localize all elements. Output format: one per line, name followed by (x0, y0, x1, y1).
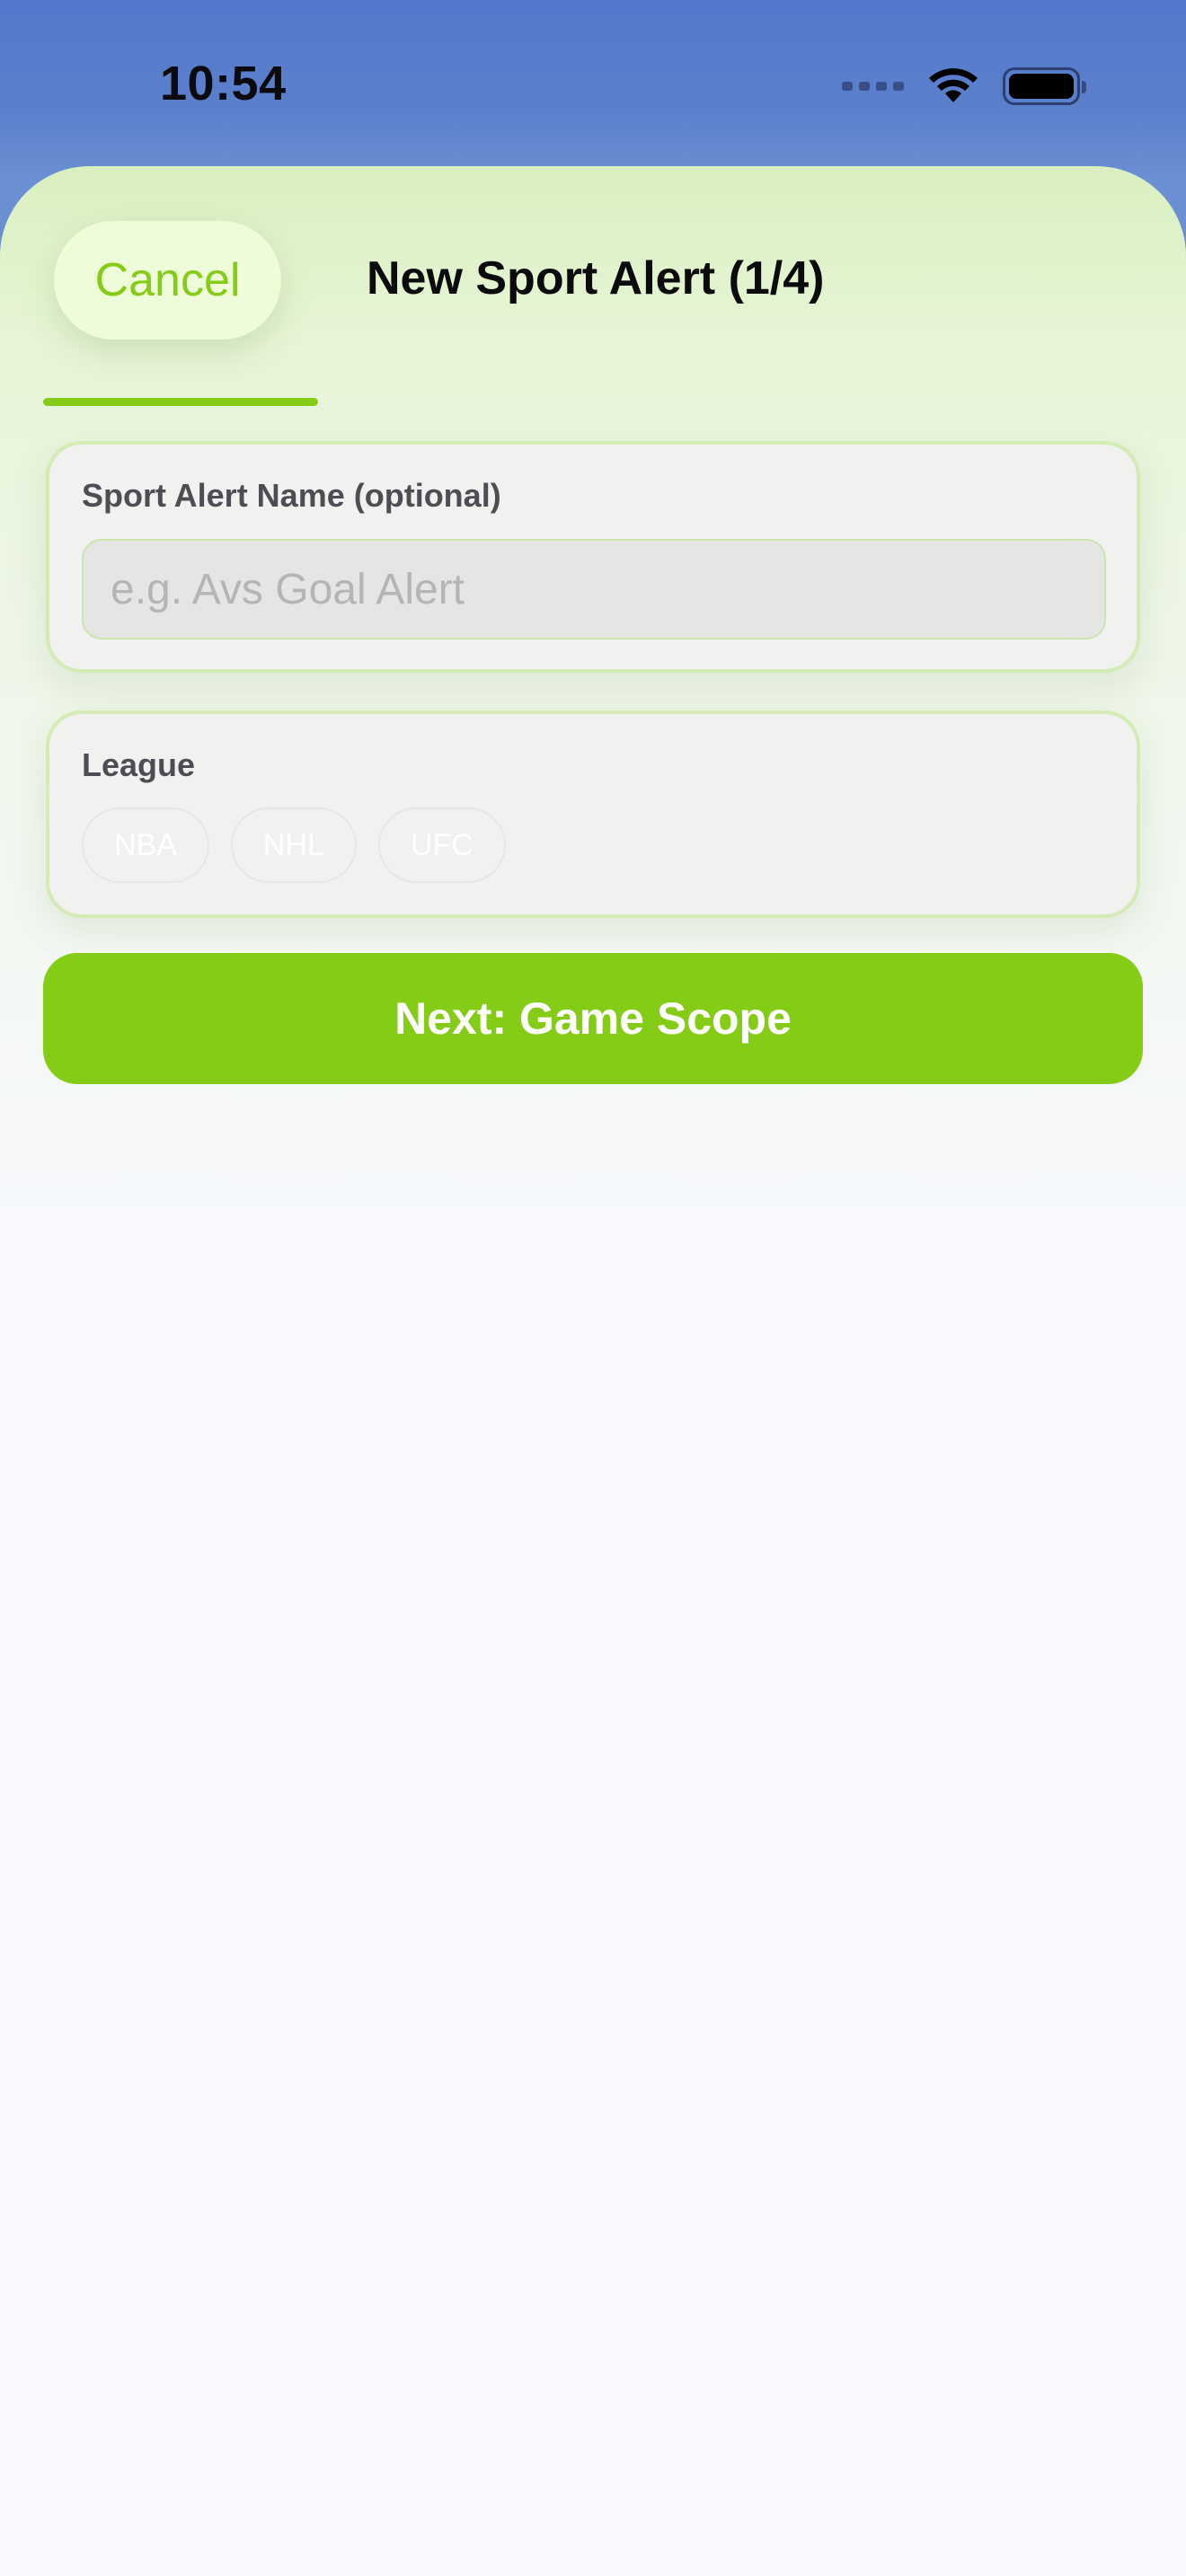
alert-name-label: Sport Alert Name (optional) (82, 477, 501, 514)
alert-name-input[interactable] (82, 539, 1106, 640)
league-chip-nhl[interactable]: NHL (230, 807, 357, 883)
cancel-button[interactable]: Cancel (54, 221, 281, 340)
step-progress-bar (43, 398, 1143, 406)
wifi-icon (927, 66, 979, 106)
league-card: League NBA NHL UFC (46, 710, 1140, 918)
next-game-scope-button[interactable]: Next: Game Scope (43, 953, 1143, 1084)
league-label: League (82, 746, 196, 783)
step-progress-fill (43, 398, 318, 406)
status-icons (842, 63, 1086, 110)
league-chip-nba[interactable]: NBA (82, 807, 209, 883)
status-time: 10:54 (160, 57, 287, 110)
league-chip-ufc[interactable]: UFC (377, 807, 506, 883)
page-title: New Sport Alert (1/4) (367, 252, 825, 304)
battery-icon (1003, 67, 1086, 105)
cellular-signal-icon (842, 63, 904, 110)
alert-name-card: Sport Alert Name (optional) (46, 441, 1140, 673)
battery-level (1009, 74, 1074, 99)
new-alert-sheet: Cancel New Sport Alert (1/4) Sport Alert… (0, 166, 1186, 2576)
league-options: NBA NHL UFC (82, 807, 506, 883)
status-bar: 10:54 (0, 0, 1186, 166)
